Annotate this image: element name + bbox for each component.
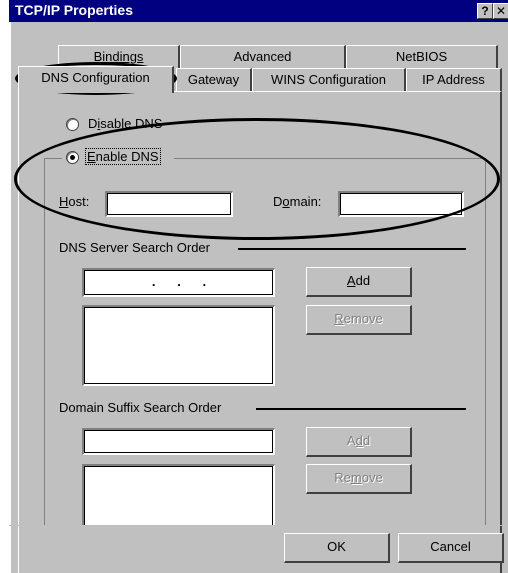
dns-server-search-order-label: DNS Server Search Order: [59, 240, 210, 255]
tab-netbios[interactable]: NetBIOS: [346, 45, 498, 69]
disable-dns-radio[interactable]: [66, 118, 79, 131]
enable-dns-label[interactable]: Enable DNS: [85, 148, 161, 165]
help-icon: ?: [481, 4, 489, 18]
dns-server-list[interactable]: [82, 305, 275, 386]
enable-group-border-right: [485, 158, 486, 573]
domain-suffix-add-button[interactable]: Add: [306, 427, 412, 457]
close-icon: ✕: [495, 4, 507, 18]
tab-gateway[interactable]: Gateway: [176, 68, 252, 92]
dns-server-remove-button[interactable]: Remove: [306, 305, 412, 335]
tab-dns-configuration[interactable]: DNS Configuration: [18, 66, 174, 93]
domain-suffix-search-order-label: Domain Suffix Search Order: [59, 400, 222, 415]
domain-suffix-remove-button[interactable]: Remove: [306, 464, 412, 494]
tab-ip-address[interactable]: IP Address: [406, 68, 502, 92]
enable-group-border-top-left: [44, 158, 62, 159]
tab-label: IP Address: [422, 72, 485, 87]
help-button[interactable]: ?: [477, 3, 493, 19]
host-input[interactable]: [105, 191, 233, 217]
close-button[interactable]: ✕: [493, 3, 508, 19]
dns-server-separator: [238, 248, 466, 250]
enable-dns-radio[interactable]: [66, 151, 79, 164]
cancel-button[interactable]: Cancel: [398, 533, 504, 563]
title-bar: TCP/IP Properties ? ✕: [9, 0, 508, 22]
tab-label: NetBIOS: [395, 49, 448, 64]
tab-label: Advanced: [233, 49, 292, 64]
ok-button[interactable]: OK: [284, 533, 390, 563]
tab-label: Gateway: [187, 72, 240, 87]
domain-suffix-input[interactable]: [82, 428, 275, 455]
domain-input[interactable]: [338, 191, 464, 217]
disable-dns-label[interactable]: Disable DNS: [88, 116, 162, 131]
window-title: TCP/IP Properties: [15, 2, 134, 18]
dns-server-add-button[interactable]: Add: [306, 267, 412, 297]
domain-label: Domain:: [273, 194, 322, 209]
domain-suffix-list[interactable]: [82, 464, 275, 529]
tab-advanced[interactable]: Advanced: [180, 45, 346, 69]
tab-label: DNS Configuration: [41, 70, 150, 85]
domain-suffix-separator: [256, 408, 466, 410]
host-label: Host:: [59, 194, 90, 209]
enable-group-border-left: [44, 158, 45, 573]
enable-group-border-top-right: [174, 158, 486, 159]
dns-server-ip-input[interactable]: . . .: [82, 268, 275, 297]
tab-label: WINS Configuration: [271, 72, 386, 87]
tab-wins-configuration[interactable]: WINS Configuration: [252, 68, 406, 92]
tab-label: Bindings: [93, 49, 144, 64]
